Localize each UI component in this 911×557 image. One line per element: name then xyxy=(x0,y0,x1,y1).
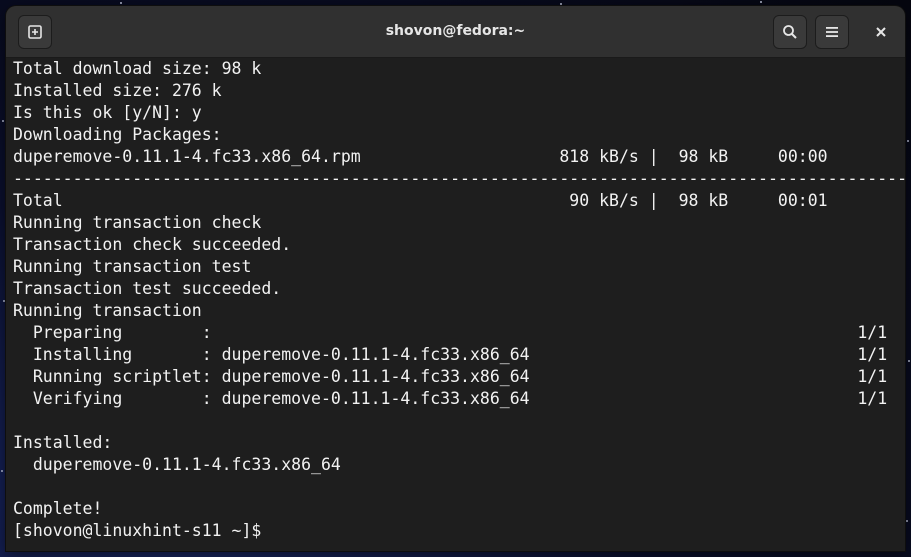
terminal-line: Verifying : duperemove-0.11.1-4.fc33.x86… xyxy=(13,389,888,408)
terminal-line: Preparing : 1/1 xyxy=(13,323,888,342)
new-tab-button[interactable] xyxy=(18,15,52,49)
terminal-line: Total download size: 98 k xyxy=(13,59,262,78)
new-tab-icon xyxy=(28,25,42,39)
terminal-line: Running transaction test xyxy=(13,257,252,276)
search-icon xyxy=(783,25,797,39)
terminal-window: shovon@fedora:~ Total download size: 98 … xyxy=(6,6,905,551)
terminal-line: Transaction check succeeded. xyxy=(13,235,292,254)
terminal-line: Complete! xyxy=(13,499,103,518)
menu-button[interactable] xyxy=(815,15,849,49)
headerbar: shovon@fedora:~ xyxy=(6,6,905,58)
terminal-line: duperemove-0.11.1-4.fc33.x86_64.rpm 818 … xyxy=(13,147,828,166)
terminal-line: Installed size: 276 k xyxy=(13,81,222,100)
terminal-line: Installing : duperemove-0.11.1-4.fc33.x8… xyxy=(13,345,888,364)
terminal-prompt-line[interactable]: [shovon@linuxhint-s11 ~]$ xyxy=(13,520,905,542)
terminal-separator-line: ----------------------------------------… xyxy=(13,169,905,188)
terminal-cursor xyxy=(271,521,281,539)
terminal-line: Transaction test succeeded. xyxy=(13,279,282,298)
close-button[interactable] xyxy=(864,15,898,49)
terminal-line: duperemove-0.11.1-4.fc33.x86_64 xyxy=(13,455,341,474)
terminal-line: Running transaction xyxy=(13,301,202,320)
search-button[interactable] xyxy=(773,15,807,49)
terminal-line: Running transaction check xyxy=(13,213,262,232)
terminal-line: Installed: xyxy=(13,433,113,452)
terminal-line: Total 90 kB/s | 98 kB 00:01 xyxy=(13,191,828,210)
terminal-line: Downloading Packages: xyxy=(13,125,222,144)
terminal-output[interactable]: Total download size: 98 k Installed size… xyxy=(6,58,905,551)
shell-prompt: [shovon@linuxhint-s11 ~]$ xyxy=(13,521,272,540)
terminal-line: Is this ok [y/N]: y xyxy=(13,103,202,122)
terminal-line: Running scriptlet: duperemove-0.11.1-4.f… xyxy=(13,367,888,386)
window-title: shovon@fedora:~ xyxy=(385,23,526,39)
close-icon xyxy=(876,27,886,37)
hamburger-menu-icon xyxy=(826,27,838,37)
